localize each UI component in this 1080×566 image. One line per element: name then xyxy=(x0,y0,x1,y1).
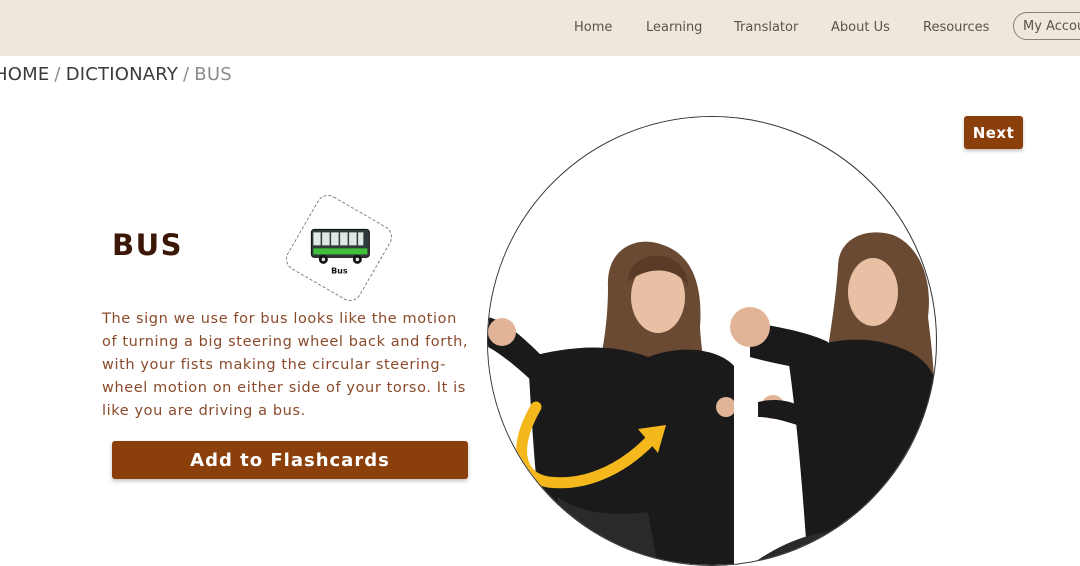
word-title: BUS xyxy=(112,228,184,262)
nav-link-home[interactable]: Home xyxy=(574,20,612,35)
nav-link-about-us[interactable]: About Us xyxy=(831,20,890,35)
page: Home Learning Translator About Us Resour… xyxy=(0,0,1080,566)
signer-frame-right xyxy=(730,232,936,565)
word-description: The sign we use for bus looks like the m… xyxy=(102,311,469,419)
sign-demonstration-frames xyxy=(488,117,936,565)
sticker-label: Bus xyxy=(331,266,348,275)
add-to-flashcards-button[interactable]: Add to Flashcards xyxy=(112,441,468,479)
nav-link-resources[interactable]: Resources xyxy=(923,20,989,35)
nav-link-learning[interactable]: Learning xyxy=(646,20,702,35)
top-nav-bar: Home Learning Translator About Us Resour… xyxy=(0,0,1080,56)
breadcrumb-home[interactable]: HOME xyxy=(0,64,49,85)
sign-demonstration-video[interactable] xyxy=(487,116,937,566)
breadcrumb-dictionary[interactable]: DICTIONARY xyxy=(66,64,178,85)
nav-link-translator[interactable]: Translator xyxy=(734,20,798,35)
breadcrumb-separator: / xyxy=(54,64,61,85)
breadcrumb: HOME / DICTIONARY / BUS xyxy=(0,64,232,85)
bus-sticker-icon: Bus xyxy=(281,190,397,306)
breadcrumb-current: BUS xyxy=(194,64,232,85)
bus-illustration: Bus xyxy=(310,228,370,275)
breadcrumb-separator: / xyxy=(183,64,190,85)
next-button[interactable]: Next xyxy=(964,116,1023,149)
my-account-button[interactable]: My Account xyxy=(1013,12,1080,40)
